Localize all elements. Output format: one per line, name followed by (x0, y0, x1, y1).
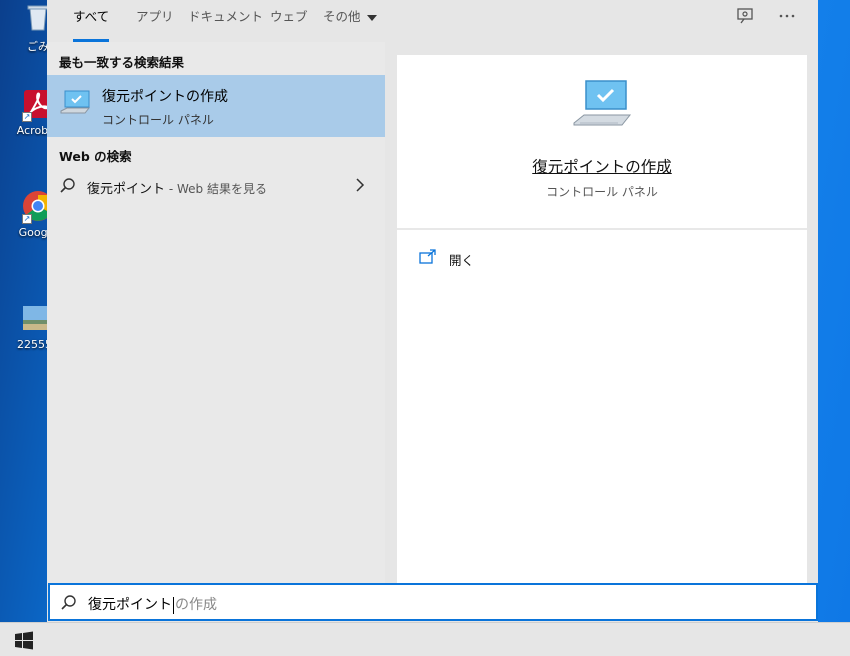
tab-documents[interactable]: ドキュメント (188, 0, 263, 42)
search-panel: すべて アプリ ドキュメント ウェブ その他 最も一致する検索結果 復元ポイント… (47, 0, 818, 622)
open-action-label: 開く (449, 253, 475, 268)
search-query: 復元ポイント の作成 (88, 594, 217, 614)
preview-divider (397, 228, 807, 230)
preview-pane: 復元ポイントの作成 コントロール パネル 開く (397, 55, 807, 584)
best-match-item[interactable]: 復元ポイントの作成 コントロール パネル (47, 75, 385, 137)
search-suggestion-text: の作成 (175, 597, 217, 613)
text-caret (173, 596, 174, 614)
tab-apps[interactable]: アプリ (136, 0, 174, 42)
ellipsis-icon (779, 14, 795, 18)
web-result-query: 復元ポイント (87, 182, 166, 197)
chevron-right-icon[interactable] (353, 176, 367, 194)
more-options-button[interactable] (773, 6, 801, 30)
preview-title[interactable]: 復元ポイントの作成 (397, 155, 807, 177)
monitor-check-icon (60, 90, 91, 114)
tab-more-label: その他 (323, 9, 361, 24)
open-icon (419, 249, 436, 264)
web-result-text: 復元ポイント - Web 結果を見る (87, 178, 267, 197)
feedback-button[interactable] (731, 6, 759, 30)
search-input[interactable]: 復元ポイント の作成 (48, 583, 818, 621)
caret-down-icon (366, 14, 377, 21)
web-search-heading: Web の検索 (59, 149, 132, 164)
tab-all[interactable]: すべて (73, 0, 110, 42)
start-button[interactable] (6, 629, 40, 653)
best-match-heading: 最も一致する検索結果 (59, 55, 185, 70)
preview-subtitle: コントロール パネル (546, 185, 658, 199)
windows-logo-icon (15, 631, 33, 650)
search-tabs: すべて アプリ ドキュメント ウェブ その他 (47, 0, 818, 42)
shortcut-arrow-icon: ↗ (22, 214, 32, 224)
search-icon (61, 595, 76, 610)
best-match-subtitle: コントロール パネル (102, 113, 214, 127)
search-icon (60, 178, 75, 193)
web-result-item[interactable]: 復元ポイント - Web 結果を見る (47, 170, 385, 202)
taskbar (0, 622, 850, 656)
monitor-check-large-icon (573, 80, 632, 126)
tab-more[interactable]: その他 (323, 0, 377, 42)
best-match-title: 復元ポイントの作成 (102, 89, 228, 105)
shortcut-arrow-icon: ↗ (22, 112, 32, 122)
tab-web[interactable]: ウェブ (270, 0, 308, 42)
search-typed-text: 復元ポイント (88, 597, 172, 613)
feedback-icon (737, 8, 753, 24)
results-list: 最も一致する検索結果 復元ポイントの作成 コントロール パネル Web の検索 … (47, 42, 385, 584)
web-result-suffix: - Web 結果を見る (165, 182, 267, 196)
